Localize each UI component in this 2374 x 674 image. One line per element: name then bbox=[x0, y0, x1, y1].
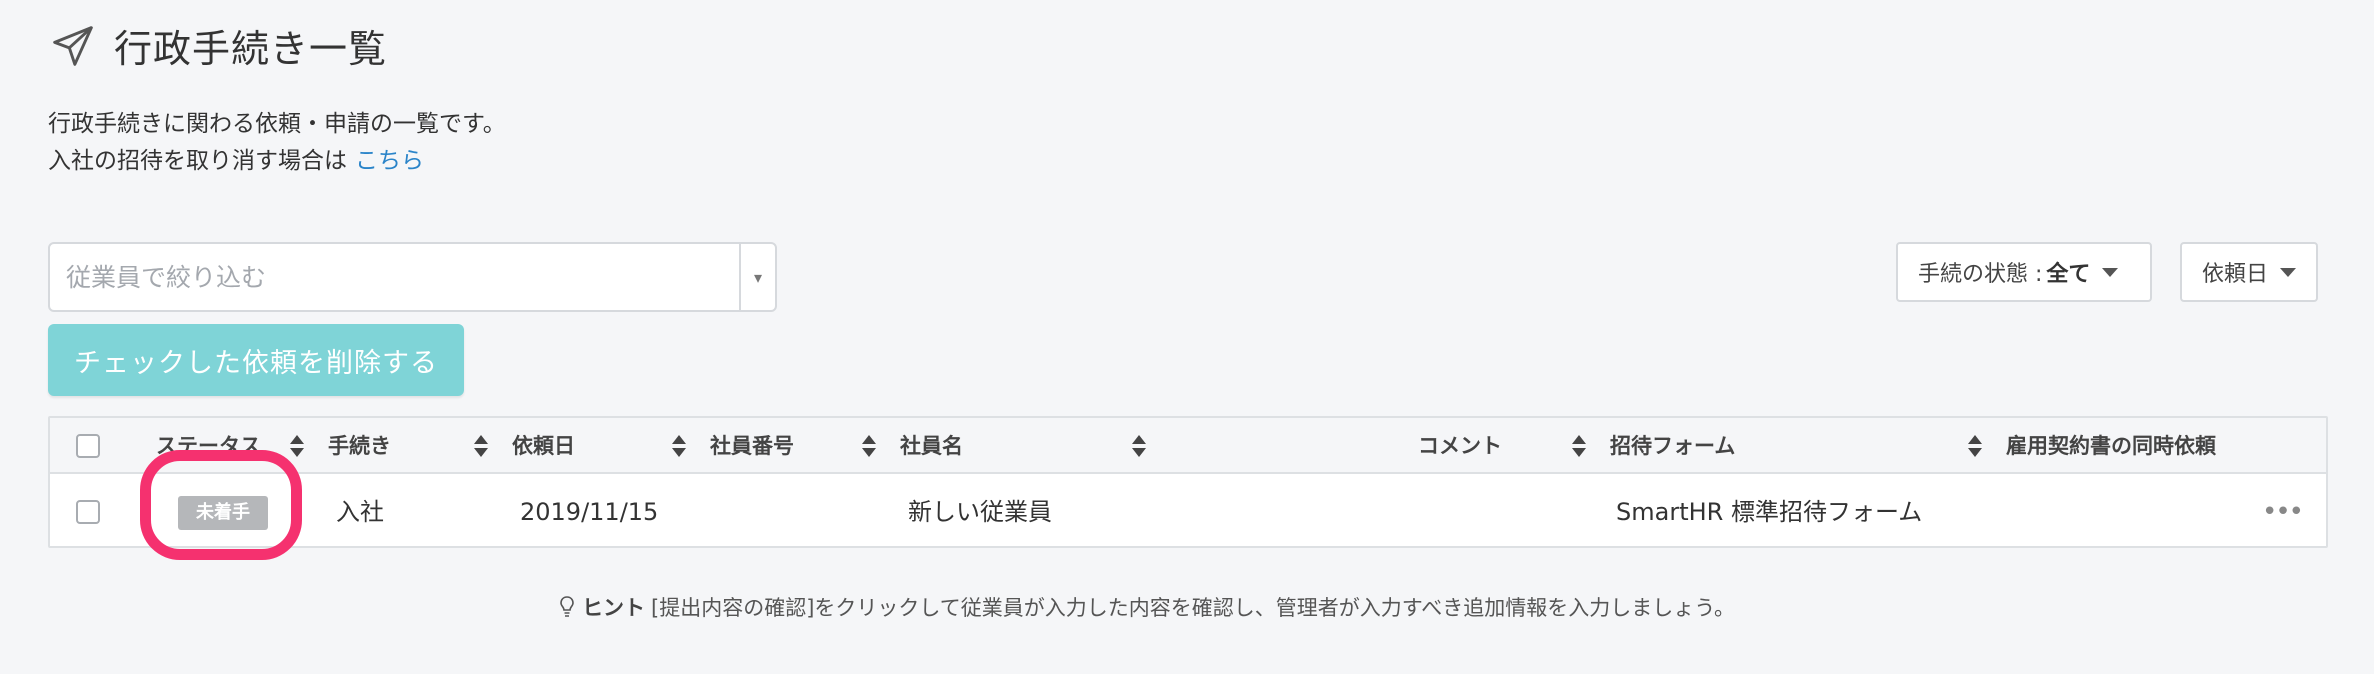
more-options-icon[interactable]: ••• bbox=[2262, 499, 2304, 525]
hint-message: [提出内容の確認]をクリックして従業員が入力した内容を確認し、管理者が入力すべき… bbox=[651, 596, 1736, 620]
column-header-date[interactable]: 依頼日 bbox=[512, 418, 575, 474]
status-filter-label: 手続の状態 : bbox=[1918, 262, 2043, 287]
date-sort-label: 依頼日 bbox=[2202, 262, 2269, 287]
sort-icon[interactable] bbox=[474, 435, 488, 457]
status-filter-value: 全て bbox=[2046, 262, 2091, 287]
description-line-2: 入社の招待を取り消す場合は こちら bbox=[48, 143, 506, 180]
description-line-1: 行政手続きに関わる依頼・申請の一覧です。 bbox=[48, 111, 506, 137]
column-header-employee-number[interactable]: 社員番号 bbox=[710, 418, 794, 474]
column-header-invite-form[interactable]: 招待フォーム bbox=[1610, 418, 1735, 474]
column-header-comment: コメント bbox=[1418, 434, 1502, 458]
employee-filter: ▾ bbox=[48, 242, 777, 312]
page-description: 行政手続きに関わる依頼・申請の一覧です。 入社の招待を取り消す場合は こちら bbox=[48, 106, 506, 180]
caret-down-icon bbox=[2102, 267, 2119, 277]
date-cell: 2019/11/15 bbox=[520, 498, 659, 526]
paper-plane-icon bbox=[48, 21, 98, 71]
hint-label: ヒント bbox=[582, 596, 645, 620]
invite-form-cell: SmartHR 標準招待フォーム bbox=[1616, 498, 1923, 526]
sort-icon[interactable] bbox=[1132, 435, 1146, 457]
row-checkbox[interactable] bbox=[76, 500, 100, 524]
status-filter-dropdown[interactable]: 手続の状態 : 全て bbox=[1896, 242, 2152, 302]
hint-text: ヒント [提出内容の確認]をクリックして従業員が入力した内容を確認し、管理者が入… bbox=[560, 592, 1735, 622]
caret-down-icon bbox=[2280, 267, 2296, 277]
page-title: 行政手続き一覧 bbox=[114, 27, 388, 71]
delete-checked-button[interactable]: チェックした依頼を削除する bbox=[48, 324, 464, 396]
column-header-contract: 雇用契約書の同時依頼 bbox=[2006, 434, 2216, 458]
lightbulb-icon bbox=[560, 596, 574, 618]
status-highlight-annotation bbox=[140, 450, 302, 560]
page: 行政手続き一覧 行政手続きに関わる依頼・申請の一覧です。 入社の招待を取り消す場… bbox=[0, 0, 2374, 674]
employee-name-cell: 新しい従業員 bbox=[908, 498, 1052, 526]
sort-icon[interactable] bbox=[672, 435, 686, 457]
table-header: ステータス 手続き 依頼日 社員番号 社員名 コメント 招待フォーム 雇用契約書… bbox=[50, 418, 2326, 474]
column-header-procedure[interactable]: 手続き bbox=[328, 418, 391, 474]
employee-filter-input[interactable] bbox=[50, 244, 739, 310]
date-sort-dropdown[interactable]: 依頼日 bbox=[2180, 242, 2318, 302]
select-all-checkbox[interactable] bbox=[76, 434, 100, 458]
description-text: 入社の招待を取り消す場合は bbox=[48, 148, 347, 174]
page-header: 行政手続き一覧 bbox=[48, 18, 387, 73]
procedure-cell: 入社 bbox=[336, 498, 384, 526]
sort-icon[interactable] bbox=[1572, 435, 1586, 457]
sort-icon[interactable] bbox=[290, 435, 304, 457]
sort-icon[interactable] bbox=[1968, 435, 1982, 457]
chevron-down-icon[interactable]: ▾ bbox=[739, 244, 775, 310]
cancel-invite-link[interactable]: こちら bbox=[355, 148, 424, 174]
column-header-employee-name[interactable]: 社員名 bbox=[900, 418, 963, 474]
table-row[interactable]: 未着手 入社 2019/11/15 新しい従業員 SmartHR 標準招待フォー… bbox=[50, 476, 2326, 548]
sort-icon[interactable] bbox=[862, 435, 876, 457]
procedures-table: ステータス 手続き 依頼日 社員番号 社員名 コメント 招待フォーム 雇用契約書… bbox=[48, 416, 2328, 548]
